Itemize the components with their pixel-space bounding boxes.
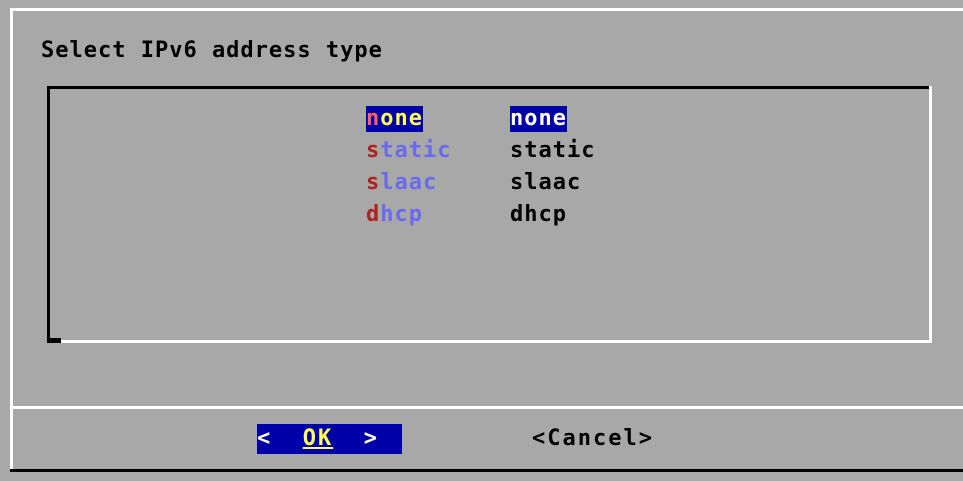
ok-label: OK (302, 426, 334, 451)
dialog-frame-top (10, 8, 963, 11)
dialog-frame-bottom (10, 469, 963, 472)
tag-text: one (380, 106, 423, 131)
list-frame-right (929, 86, 932, 343)
button-area-separator (10, 406, 963, 409)
tag-text: laac (380, 170, 438, 195)
menu-item-slaac-tag[interactable]: slaac (366, 170, 437, 196)
ok-right-bracket: > (363, 426, 379, 451)
hotkey-letter: n (366, 106, 381, 131)
list-frame-bottom (47, 340, 932, 343)
menu-item-static-tag[interactable]: static (366, 138, 451, 164)
hotkey-letter: s (366, 138, 381, 163)
menu-item-dhcp-tag[interactable]: dhcp (366, 202, 423, 228)
dialog-title: Select IPv6 address type (41, 38, 383, 63)
tag-text: hcp (380, 202, 423, 227)
menu-list-box (47, 86, 932, 343)
list-frame-top (47, 86, 932, 89)
ipv6-address-type-dialog: Select IPv6 address type none none stati… (0, 0, 963, 481)
list-frame-left (47, 86, 50, 343)
list-frame-corner (47, 338, 61, 343)
hotkey-letter: d (366, 202, 381, 227)
menu-item-none-tag[interactable]: none (366, 106, 423, 132)
hotkey-letter: s (366, 170, 381, 195)
ok-button[interactable]: < OK > (257, 424, 402, 454)
menu-item-none-description[interactable]: none (510, 106, 567, 132)
menu-item-static-description[interactable]: static (510, 138, 595, 164)
tag-text: tatic (380, 138, 452, 163)
menu-item-dhcp-description[interactable]: dhcp (510, 202, 567, 228)
cancel-button[interactable]: <Cancel> (532, 424, 654, 454)
ok-left-bracket: < (257, 426, 273, 451)
menu-item-slaac-description[interactable]: slaac (510, 170, 581, 196)
dialog-frame-left (10, 8, 13, 471)
